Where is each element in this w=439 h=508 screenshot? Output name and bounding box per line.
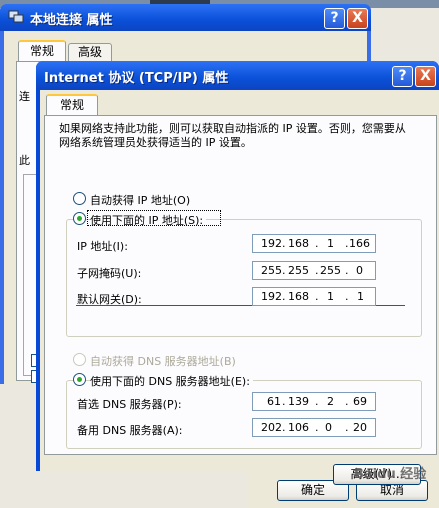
auto-ip-label[interactable]: 自动获得 IP 地址(O) — [90, 192, 190, 208]
close-button[interactable]: X — [415, 66, 436, 87]
tab-panel: 如果网络支持此功能，则可以获取自动指派的 IP 设置。否则，您需要从网络系统管理… — [44, 115, 437, 485]
ip-address-input[interactable]: 192. 168. 1. 166 — [252, 234, 376, 253]
peek-text: 连 — [19, 90, 30, 103]
manual-dns-radio[interactable] — [73, 373, 86, 386]
window-body: 常规 如果网络支持此功能，则可以获取自动指派的 IP 设置。否则，您需要从网络系… — [40, 90, 439, 485]
ip-address-label: IP 地址(I): — [77, 240, 128, 253]
dns-group-box — [66, 380, 422, 449]
network-connection-icon — [8, 10, 24, 23]
peek-text: 此 — [19, 154, 30, 167]
default-gateway-label: 默认网关(D): — [77, 293, 142, 306]
tab-general[interactable]: 常规 — [18, 40, 66, 62]
tcpip-properties-window: Internet 协议 (TCP/IP) 属性 ? X 常规 如果网络支持此功能… — [36, 61, 439, 485]
title-bar[interactable]: 本地连接 属性 ? X — [0, 4, 371, 31]
alternate-dns-label: 备用 DNS 服务器(A): — [77, 424, 183, 437]
help-button[interactable]: ? — [392, 66, 413, 87]
tab-advanced[interactable]: 高级 — [68, 43, 112, 62]
focus-rectangle — [87, 210, 221, 226]
help-button[interactable]: ? — [324, 8, 345, 29]
title-bar[interactable]: Internet 协议 (TCP/IP) 属性 ? X — [36, 61, 439, 90]
tab-general[interactable]: 常规 — [46, 94, 98, 116]
preferred-dns-input[interactable]: 61. 139. 2. 69 — [252, 392, 376, 411]
preferred-dns-label: 首选 DNS 服务器(P): — [77, 398, 182, 411]
window-title: Internet 协议 (TCP/IP) 属性 — [44, 71, 229, 86]
subnet-mask-label: 子网掩码(U): — [77, 267, 142, 280]
watermark: Baidu 经验 — [354, 467, 427, 482]
subnet-mask-input[interactable]: 255. 255. 255. 0 — [252, 261, 376, 280]
description-text: 如果网络支持此功能，则可以获取自动指派的 IP 设置。否则，您需要从网络系统管理… — [59, 122, 406, 149]
alternate-dns-input[interactable]: 202. 106. 0. 20 — [252, 418, 376, 437]
window-title: 本地连接 属性 — [30, 13, 113, 28]
auto-dns-radio[interactable] — [73, 353, 86, 366]
close-button[interactable]: X — [347, 8, 368, 29]
auto-ip-radio[interactable] — [73, 192, 86, 205]
manual-ip-radio[interactable] — [73, 212, 86, 225]
manual-dns-label[interactable]: 使用下面的 DNS 服务器地址(E): — [90, 373, 253, 389]
auto-dns-label[interactable]: 自动获得 DNS 服务器地址(B) — [90, 353, 236, 369]
default-gateway-input[interactable]: 192. 168. 1. 1 — [252, 287, 376, 306]
